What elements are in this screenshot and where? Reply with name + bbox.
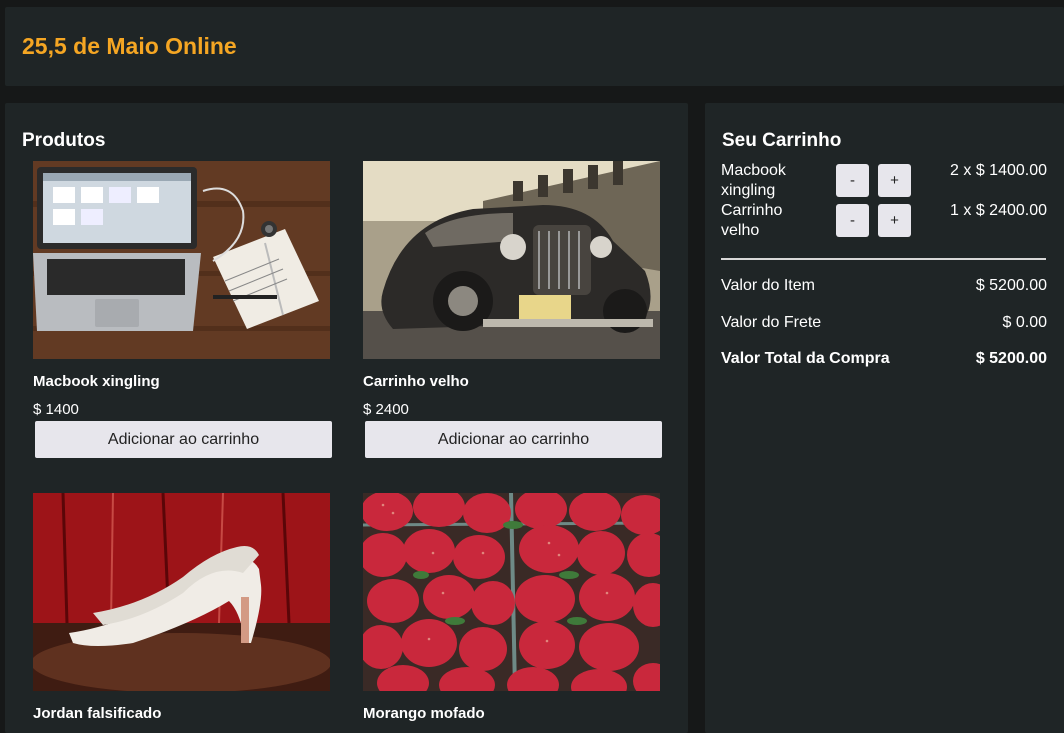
site-title[interactable]: 25,5 de Maio Online [22, 33, 237, 60]
products-heading: Produtos [22, 130, 106, 151]
cart-item-name: Carrinho velho [721, 202, 783, 239]
product-price: $ 1400 [33, 401, 79, 418]
product-name: Macbook xingling [33, 373, 160, 390]
shipping-value: $ 0.00 [1002, 314, 1047, 331]
cart-panel: Seu Carrinho Macbook xingling - + 2 x $ … [705, 103, 1064, 733]
product-price: $ 2400 [363, 401, 409, 418]
products-panel: Produtos Macbook xingling $ 1400 Adicion… [5, 103, 688, 733]
cart-item: Carrinho velho - + 1 x $ 2400.00 [721, 202, 1047, 242]
product-name: Morango mofado [363, 705, 485, 722]
cart-item: Macbook xingling - + 2 x $ 1400.00 [721, 162, 1047, 202]
total-label: Valor Total da Compra [721, 350, 890, 367]
add-to-cart-button[interactable]: Adicionar ao carrinho [35, 421, 332, 458]
white-heels-photo [33, 493, 330, 691]
strawberries-photo [363, 493, 660, 691]
vintage-car-photo [363, 161, 660, 359]
laptop-photo [33, 161, 330, 359]
add-to-cart-button[interactable]: Adicionar ao carrinho [365, 421, 662, 458]
cart-item-quantity-price: 1 x $ 2400.00 [950, 202, 1047, 219]
increase-quantity-button[interactable]: + [878, 164, 911, 197]
total-value: $ 5200.00 [975, 350, 1047, 367]
product-name: Jordan falsificado [33, 705, 162, 722]
top-bar: 25,5 de Maio Online [5, 7, 1064, 86]
decrease-quantity-button[interactable]: - [836, 164, 869, 197]
cart-item-quantity-price: 2 x $ 1400.00 [950, 162, 1047, 179]
cart-divider [721, 258, 1046, 260]
cart-heading: Seu Carrinho [722, 130, 842, 151]
shipping-label: Valor do Frete [721, 314, 822, 331]
increase-quantity-button[interactable]: + [878, 204, 911, 237]
cart-item-name: Macbook xingling [721, 162, 786, 199]
product-name: Carrinho velho [363, 373, 469, 390]
item-value: $ 5200.00 [975, 277, 1047, 294]
item-value-label: Valor do Item [721, 277, 815, 294]
decrease-quantity-button[interactable]: - [836, 204, 869, 237]
